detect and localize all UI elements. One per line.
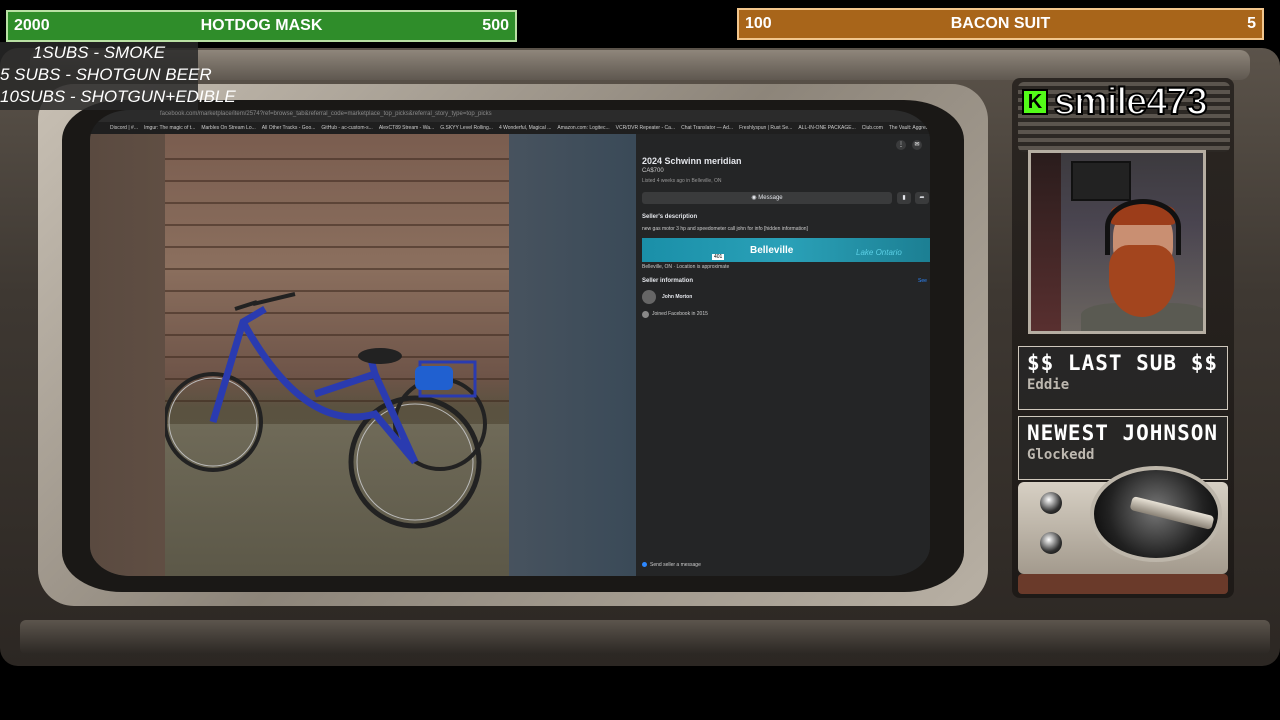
tv-screen: facebook.com/marketplace/item/2574?ref=b… bbox=[90, 110, 930, 576]
browser-url-bar[interactable]: facebook.com/marketplace/item/2574?ref=b… bbox=[90, 110, 930, 122]
bookmark[interactable]: The Vault: Aggressive I... bbox=[889, 122, 930, 134]
color-knob-icon bbox=[1040, 532, 1062, 554]
cam-shelf bbox=[1031, 153, 1061, 331]
bookmarks-bar: Discord | #... Imgur: The magic of t... … bbox=[90, 122, 930, 134]
url-text[interactable]: facebook.com/marketplace/item/2574?ref=b… bbox=[160, 111, 492, 117]
goal-current: 100 bbox=[745, 15, 772, 32]
bookmark[interactable]: G.SKYY Level Rolling... bbox=[440, 122, 493, 134]
seller-description: new gas motor 3 hp and speedometer call … bbox=[642, 226, 808, 232]
sub-rules-panel: 1SUBS - SMOKE 5 SUBS - SHOTGUN BEER 10SU… bbox=[0, 42, 236, 110]
panel-top-icons: ⋮ ✉ bbox=[896, 140, 922, 150]
newest-value: Glockedd bbox=[1027, 447, 1095, 463]
newest-title: NEWEST JOHNSON bbox=[1027, 421, 1219, 445]
channel-name: smile473 bbox=[1053, 80, 1209, 124]
listing-title: 2024 Schwinn meridian bbox=[642, 156, 742, 166]
bookmark[interactable]: 4 Wonderful, Magical ... bbox=[499, 122, 551, 134]
facebook-icon bbox=[642, 311, 649, 318]
tv-bottom-trim bbox=[20, 620, 1270, 654]
listing-photo[interactable] bbox=[165, 134, 509, 576]
last-sub-value: Eddie bbox=[1027, 377, 1070, 393]
seller-avatar[interactable] bbox=[642, 290, 656, 304]
cam-monitor bbox=[1071, 161, 1131, 201]
bookmark[interactable]: Amazon.com: Logitec... bbox=[557, 122, 609, 134]
headphones-icon bbox=[1105, 199, 1181, 255]
joined-text: Joined Facebook in 2015 bbox=[652, 311, 708, 317]
bookmark[interactable]: Discord | #... bbox=[110, 122, 138, 134]
bookmark[interactable]: VCR/DVR Repeater - Ca... bbox=[616, 122, 675, 134]
motor bbox=[415, 366, 453, 390]
messenger-icon[interactable]: ✉ bbox=[912, 140, 922, 150]
save-button[interactable]: ▮ bbox=[897, 192, 911, 204]
bookmark[interactable]: Freshlyspun | Rust Se... bbox=[739, 122, 792, 134]
seller-name[interactable]: John Morton bbox=[662, 294, 692, 300]
send-seller-message[interactable]: Send seller a message bbox=[642, 562, 701, 568]
sub-rule: 5 SUBS - SHOTGUN BEER bbox=[0, 65, 212, 84]
tricycle-image bbox=[165, 292, 487, 529]
goal-name: HOTDOG MASK bbox=[200, 17, 323, 34]
goal-target: 5 bbox=[1247, 15, 1256, 32]
handlebar bbox=[234, 292, 296, 311]
messenger-dot-icon bbox=[642, 562, 647, 568]
channel-badge: K smile473 bbox=[1022, 80, 1209, 124]
panel-bottom-strip bbox=[1018, 574, 1228, 594]
send-message-label: Send seller a message bbox=[650, 562, 701, 568]
bookmark[interactable]: ALL-IN-ONE PACKAGE... bbox=[798, 122, 855, 134]
bookmark-icon: ▮ bbox=[902, 195, 906, 201]
goal-bar-hotdog-mask: 2000 HOTDOG MASK 500 bbox=[6, 10, 517, 42]
map-lake-label: Lake Ontario bbox=[856, 248, 902, 257]
listing-price: CA$700 bbox=[642, 168, 664, 174]
seller-info-heading: Seller information bbox=[642, 278, 694, 284]
bookmark[interactable]: Club.com bbox=[862, 122, 883, 134]
goal-name: BACON SUIT bbox=[950, 15, 1051, 32]
listing-panel: ⋮ ✉ 2024 Schwinn meridian CA$700 Listed … bbox=[636, 134, 930, 576]
bookmark[interactable]: All Other Tracks - Goo... bbox=[262, 122, 316, 134]
highway-badge: 401 bbox=[712, 254, 725, 260]
bookmark[interactable]: AlexCT89 Stream - Wa... bbox=[379, 122, 434, 134]
sub-rule: 1SUBS - SMOKE bbox=[32, 43, 166, 62]
location-note: Belleville, ON · Location is approximate bbox=[642, 264, 730, 270]
bookmark[interactable]: Marbles On Stream Lo... bbox=[201, 122, 255, 134]
goal-target: 500 bbox=[482, 17, 509, 34]
bookmark[interactable]: GitHub - ac-custom-s... bbox=[321, 122, 372, 134]
bookmark[interactable]: Chat Translator — Ad... bbox=[681, 122, 733, 134]
see-details-link[interactable]: See bbox=[918, 278, 927, 284]
kick-logo-icon: K bbox=[1022, 89, 1048, 115]
cam-beard bbox=[1109, 245, 1175, 317]
sub-rule: 10SUBS - SHOTGUN+EDIBLE bbox=[0, 87, 236, 106]
tv-top-trim bbox=[30, 50, 1250, 80]
last-sub-box: $$ LAST SUB $$ Eddie bbox=[1018, 346, 1228, 410]
grid-menu-icon[interactable]: ⋮ bbox=[896, 140, 906, 150]
map-city-label: Belleville bbox=[750, 245, 794, 256]
seat bbox=[358, 348, 402, 364]
newest-follower-box: NEWEST JOHNSON Glockedd bbox=[1018, 416, 1228, 480]
bookmark[interactable]: Imgur: The magic of t... bbox=[144, 122, 195, 134]
brightness-knob-icon bbox=[1040, 492, 1062, 514]
message-button[interactable]: ◉ Message bbox=[642, 192, 892, 204]
share-button[interactable]: ➦ bbox=[915, 192, 929, 204]
goal-current: 2000 bbox=[14, 17, 50, 34]
message-label: Message bbox=[758, 195, 783, 201]
share-icon: ➦ bbox=[919, 195, 925, 201]
seller-description-heading: Seller's description bbox=[642, 214, 698, 220]
listing-meta: Listed 4 weeks ago in Belleville, ON bbox=[642, 178, 722, 184]
webcam-feed bbox=[1028, 150, 1206, 334]
goal-bar-bacon-suit: 100 BACON SUIT 5 bbox=[737, 8, 1264, 40]
last-sub-title: $$ LAST SUB $$ bbox=[1027, 351, 1219, 375]
location-map[interactable]: Belleville Lake Ontario 401 bbox=[642, 238, 930, 262]
